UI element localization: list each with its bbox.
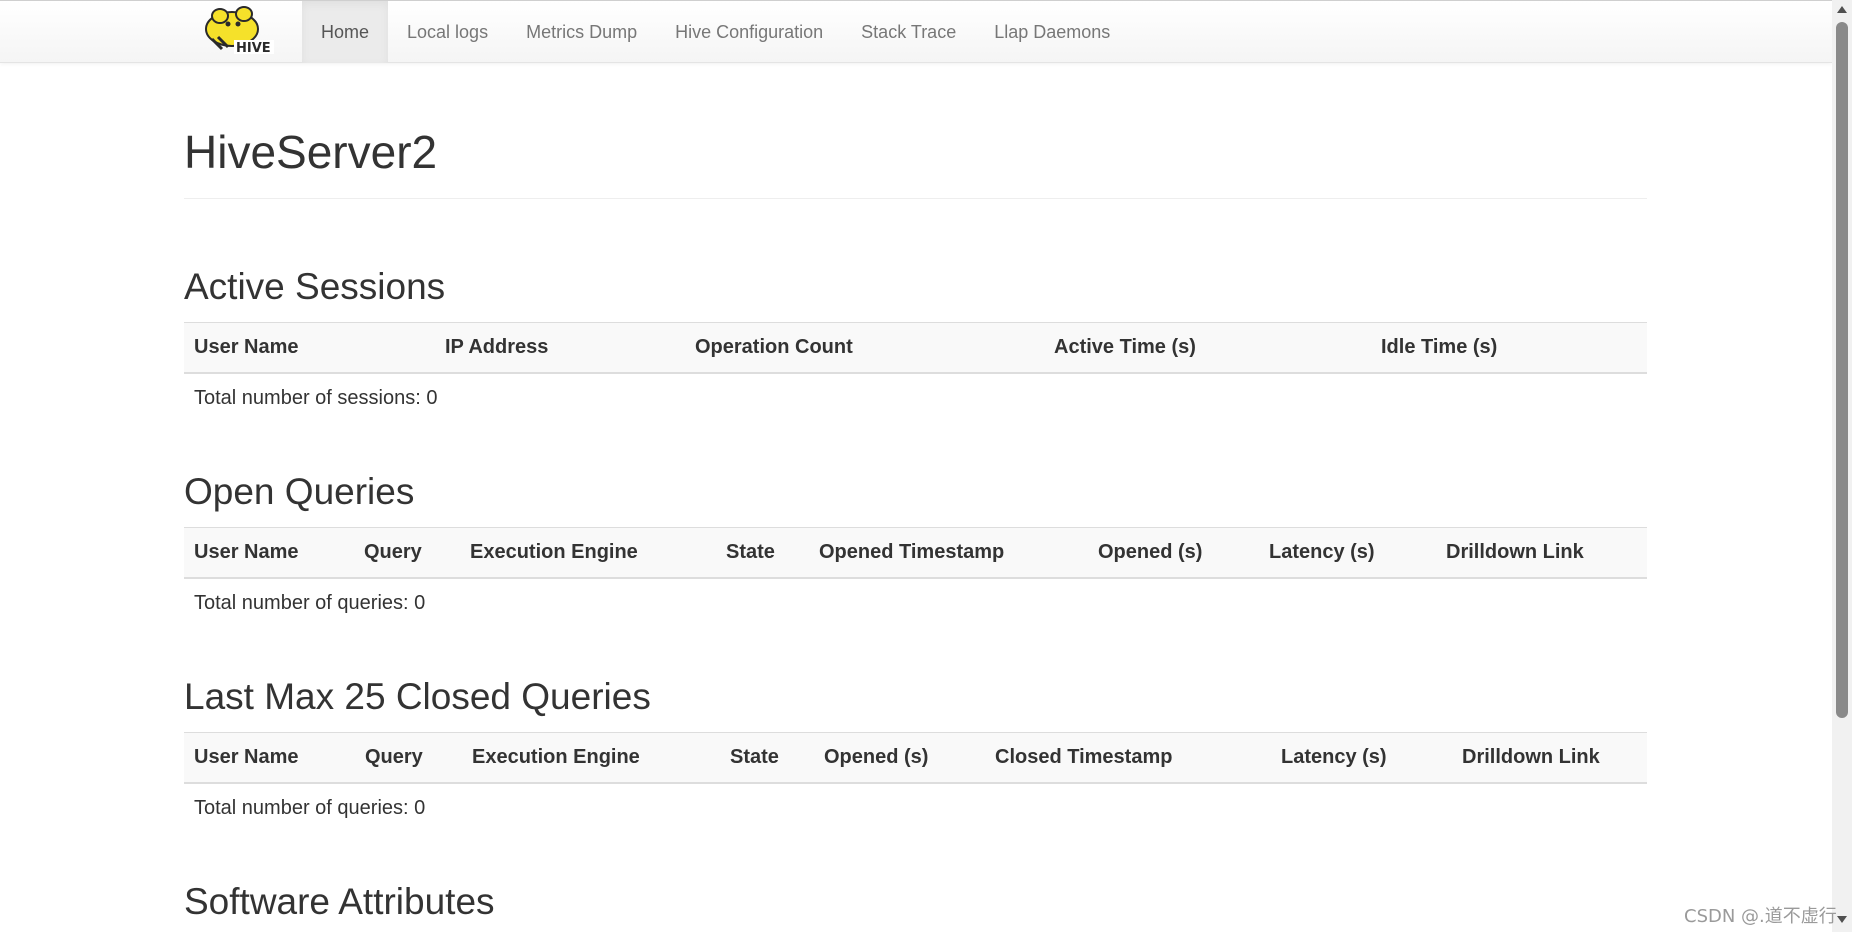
nav-home[interactable]: Home (302, 1, 389, 63)
open-queries-heading: Open Queries (184, 471, 415, 512)
title-divider (184, 198, 1647, 199)
column-header: Opened Timestamp (809, 527, 1088, 579)
closed-queries-total: Total number of queries: 0 (194, 796, 426, 819)
scroll-down-arrow-icon[interactable] (1837, 916, 1847, 923)
scroll-up-arrow-icon[interactable] (1837, 6, 1847, 13)
column-header: IP Address (435, 322, 685, 374)
table-row: Total number of sessions: 0 (184, 373, 1647, 422)
scrollbar-thumb[interactable] (1836, 22, 1848, 718)
nav-llap-daemons[interactable]: Llap Daemons (975, 1, 1129, 63)
closed-queries-table: User Name Query Execution Engine State O… (184, 732, 1647, 832)
open-queries-table: User Name Query Execution Engine State O… (184, 527, 1647, 627)
column-header: User Name (184, 322, 435, 374)
column-header: State (716, 527, 809, 579)
logo-text: HIVE (236, 41, 271, 56)
hive-logo[interactable]: HIVE (202, 5, 282, 59)
table-header-row: User Name Query Execution Engine State O… (184, 527, 1647, 579)
vertical-scrollbar[interactable] (1832, 0, 1852, 932)
table-header-row: User Name Query Execution Engine State O… (184, 732, 1647, 784)
open-queries-total: Total number of queries: 0 (194, 591, 426, 614)
software-attributes-heading: Software Attributes (184, 881, 495, 922)
column-header: Drilldown Link (1436, 527, 1647, 579)
active-sessions-table: User Name IP Address Operation Count Act… (184, 322, 1647, 422)
column-header: Latency (s) (1259, 527, 1436, 579)
column-header: State (720, 732, 814, 784)
table-row: Total number of queries: 0 (184, 783, 1647, 832)
sessions-total: Total number of sessions: 0 (194, 386, 438, 409)
column-header: Opened (s) (814, 732, 985, 784)
nav-stack-trace[interactable]: Stack Trace (842, 1, 975, 63)
column-header: Query (355, 732, 462, 784)
page-title: HiveServer2 (184, 126, 438, 178)
column-header: Operation Count (685, 322, 1044, 374)
active-sessions-heading: Active Sessions (184, 266, 446, 307)
column-header: Opened (s) (1088, 527, 1259, 579)
table-header-row: User Name IP Address Operation Count Act… (184, 322, 1647, 374)
main-nav: Home Local logs Metrics Dump Hive Config… (302, 1, 1129, 63)
column-header: User Name (184, 527, 354, 579)
column-header: Execution Engine (460, 527, 716, 579)
column-header: Execution Engine (462, 732, 720, 784)
top-navbar: HIVE Home Local logs Metrics Dump Hive C… (0, 0, 1832, 63)
column-header: Idle Time (s) (1371, 322, 1647, 374)
column-header: Closed Timestamp (985, 732, 1271, 784)
column-header: User Name (184, 732, 355, 784)
column-header: Active Time (s) (1044, 322, 1371, 374)
watermark: CSDN @.道不虚行 (1684, 906, 1837, 927)
nav-local-logs[interactable]: Local logs (388, 1, 507, 63)
nav-hive-configuration[interactable]: Hive Configuration (656, 1, 842, 63)
column-header: Query (354, 527, 460, 579)
nav-metrics-dump[interactable]: Metrics Dump (507, 1, 656, 63)
column-header: Drilldown Link (1452, 732, 1647, 784)
closed-queries-heading: Last Max 25 Closed Queries (184, 676, 651, 717)
table-row: Total number of queries: 0 (184, 578, 1647, 627)
column-header: Latency (s) (1271, 732, 1452, 784)
